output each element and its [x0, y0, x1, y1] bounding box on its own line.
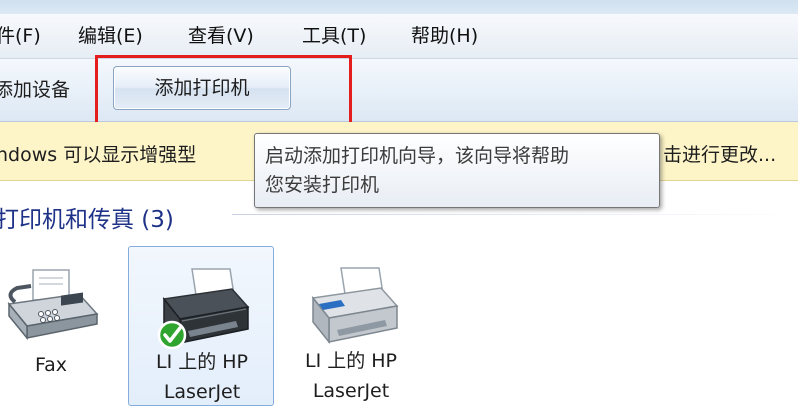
device-label: LI 上的 HP — [304, 350, 397, 372]
default-check-badge — [157, 320, 187, 350]
menu-file[interactable]: 件(F) — [0, 24, 41, 48]
add-printer-tooltip: 启动添加打印机向导，该向导将帮助 您安装打印机 — [254, 133, 660, 208]
device-label: Fax — [34, 354, 68, 376]
device-hp-laserjet-default[interactable]: LI 上的 HP LaserJet — [128, 246, 274, 406]
menu-tools[interactable]: 工具(T) — [302, 24, 366, 48]
group-header-printers-faxes[interactable]: 打印机和传真 (3) — [0, 200, 174, 234]
info-bar-text-end: 击进行更改... — [663, 144, 777, 166]
tooltip-line-2: 您安装打印机 — [265, 174, 380, 196]
tooltip-line-1: 启动添加打印机向导，该向导将帮助 — [265, 145, 570, 167]
device-fax[interactable]: Fax — [0, 246, 124, 406]
device-label-line2: LaserJet — [163, 381, 241, 403]
device-hp-laserjet[interactable]: LI 上的 HP LaserJet — [278, 246, 424, 406]
menu-bar: 件(F) 编辑(E) 查看(V) 工具(T) 帮助(H) — [0, 14, 798, 59]
menu-help[interactable]: 帮助(H) — [411, 24, 478, 48]
printer-icon — [311, 267, 399, 345]
add-device-button[interactable]: 添加设备 — [0, 75, 70, 102]
printer-icon — [157, 268, 250, 350]
window-title-strip — [0, 0, 798, 14]
group-header-divider — [232, 214, 798, 215]
fax-icon — [7, 269, 99, 341]
menu-view[interactable]: 查看(V) — [188, 24, 254, 48]
info-bar-text: ndows 可以显示增强型 — [0, 144, 197, 166]
highlight-annotation-box — [95, 55, 352, 132]
device-label: LI 上的 HP — [155, 351, 248, 373]
menu-edit[interactable]: 编辑(E) — [78, 24, 143, 48]
device-label-line2: LaserJet — [312, 380, 390, 402]
